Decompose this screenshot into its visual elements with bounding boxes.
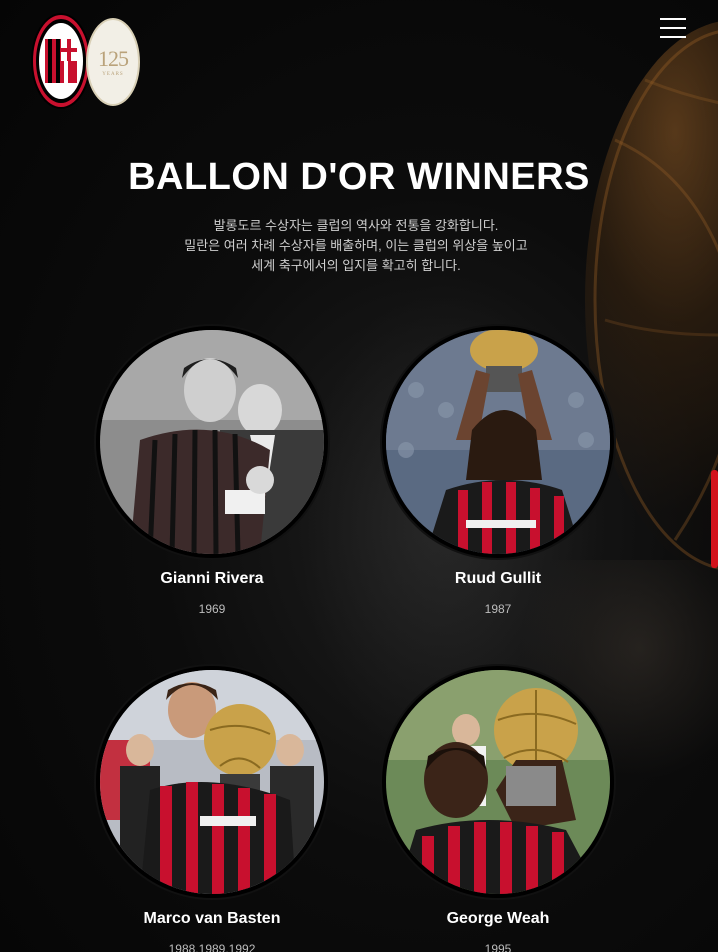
winner-photo[interactable] xyxy=(382,326,614,558)
anniversary-125-logo: 125 YEARS xyxy=(86,18,140,106)
description-line: 밀란은 여러 차례 수상자를 배출하며, 이는 클럽의 위상을 높이고 xyxy=(184,238,528,253)
winner-name: George Weah xyxy=(446,910,550,927)
winner-photo[interactable] xyxy=(96,326,328,558)
winner-card-ruud-gullit[interactable]: Ruud Gullit 1987 xyxy=(382,326,614,616)
winner-photo[interactable] xyxy=(96,666,328,898)
winner-card-george-weah[interactable]: George Weah 1995 xyxy=(382,666,614,952)
menu-bar xyxy=(660,27,686,29)
winner-photo[interactable] xyxy=(382,666,614,898)
section-title: BALLON D'OR WINNERS xyxy=(128,156,590,198)
winner-year: 1987 xyxy=(484,602,512,616)
winner-year: 1995 xyxy=(484,942,512,952)
winner-card-gianni-rivera[interactable]: Gianni Rivera 1969 xyxy=(96,326,328,616)
description-line: 세계 축구에서의 입지를 확고히 합니다. xyxy=(251,258,461,273)
anniversary-text: YEARS xyxy=(102,71,124,77)
description-line: 발롱도르 수상자는 클럽의 역사와 전통을 강화합니다. xyxy=(213,218,499,233)
section-description: 발롱도르 수상자는 클럽의 역사와 전통을 강화합니다. 밀란은 여러 차례 수… xyxy=(0,216,712,276)
anniversary-number: 125 xyxy=(98,45,129,71)
winner-year: 1969 xyxy=(198,602,226,616)
winner-name: Marco van Basten xyxy=(143,910,281,927)
menu-bar xyxy=(660,36,686,38)
winner-name: Ruud Gullit xyxy=(454,570,542,587)
acm-logo[interactable] xyxy=(31,13,91,109)
winner-year: 1988,1989,1992 xyxy=(168,942,256,952)
hamburger-menu-icon[interactable] xyxy=(660,16,686,40)
page: 125 YEARS BALLON D'OR WINNERS 발롱도르 수상자는 … xyxy=(0,0,718,952)
winner-name: Gianni Rivera xyxy=(160,570,264,587)
scrollbar-thumb[interactable] xyxy=(711,470,718,568)
winner-card-marco-van-basten[interactable]: Marco van Basten 1988,1989,1992 xyxy=(96,666,328,952)
menu-bar xyxy=(660,18,686,20)
